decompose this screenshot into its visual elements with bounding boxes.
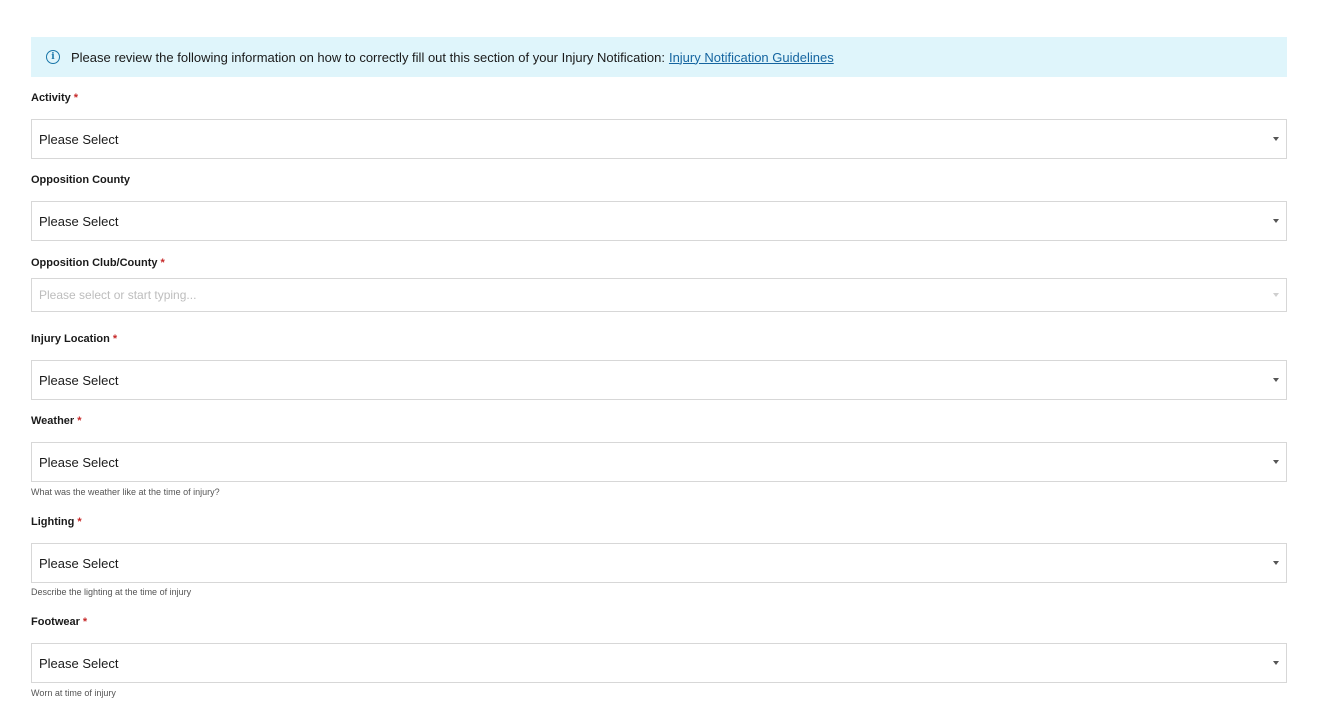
required-marker: * [73,92,79,104]
injury-location-select[interactable]: Please Select [31,360,1287,400]
banner-text: Please review the following information … [71,49,665,65]
lighting-label: Lighting * [31,516,82,528]
required-marker: * [77,415,82,427]
opposition-club-label-text: Opposition Club/County [31,257,158,269]
lighting-select[interactable]: Please Select [31,543,1287,583]
footwear-select[interactable]: Please Select [31,643,1287,683]
footwear-label-text: Footwear [31,616,80,628]
opposition-club-placeholder: Please select or start typing... [39,288,197,302]
activity-label: Activity * [31,92,78,104]
opposition-county-label: Opposition County [31,174,130,186]
footwear-value: Please Select [39,655,119,671]
weather-value: Please Select [39,454,119,470]
required-marker: * [160,257,165,269]
chevron-down-icon [1273,137,1279,141]
activity-label-text: Activity [31,92,71,104]
required-marker: * [77,516,82,528]
guidelines-link[interactable]: Injury Notification Guidelines [669,50,834,65]
footwear-label: Footwear * [31,616,87,628]
chevron-down-icon [1273,219,1279,223]
opposition-county-value: Please Select [39,213,119,229]
footwear-help-text: Worn at time of injury [31,688,116,698]
activity-value: Please Select [39,131,119,147]
weather-label-text: Weather [31,415,75,427]
required-marker: * [112,333,118,345]
chevron-down-icon [1273,378,1279,382]
info-banner: i Please review the following informatio… [31,37,1287,77]
weather-select[interactable]: Please Select [31,442,1287,482]
required-marker: * [82,616,88,628]
weather-help-text: What was the weather like at the time of… [31,487,220,497]
opposition-county-label-text: Opposition County [31,174,130,186]
activity-select[interactable]: Please Select [31,119,1287,159]
opposition-club-label: Opposition Club/County * [31,257,165,269]
chevron-down-icon [1273,460,1279,464]
injury-location-label-text: Injury Location [31,333,110,345]
injury-location-label: Injury Location * [31,333,117,345]
opposition-club-combobox[interactable]: Please select or start typing... [31,278,1287,312]
weather-label: Weather * [31,415,81,427]
injury-location-value: Please Select [39,372,119,388]
chevron-down-icon [1273,661,1279,665]
chevron-down-icon [1273,561,1279,565]
lighting-value: Please Select [39,555,119,571]
lighting-label-text: Lighting [31,516,75,528]
opposition-county-select[interactable]: Please Select [31,201,1287,241]
lighting-help-text: Describe the lighting at the time of inj… [31,587,192,597]
info-icon: i [46,50,60,64]
chevron-down-icon [1273,293,1279,297]
